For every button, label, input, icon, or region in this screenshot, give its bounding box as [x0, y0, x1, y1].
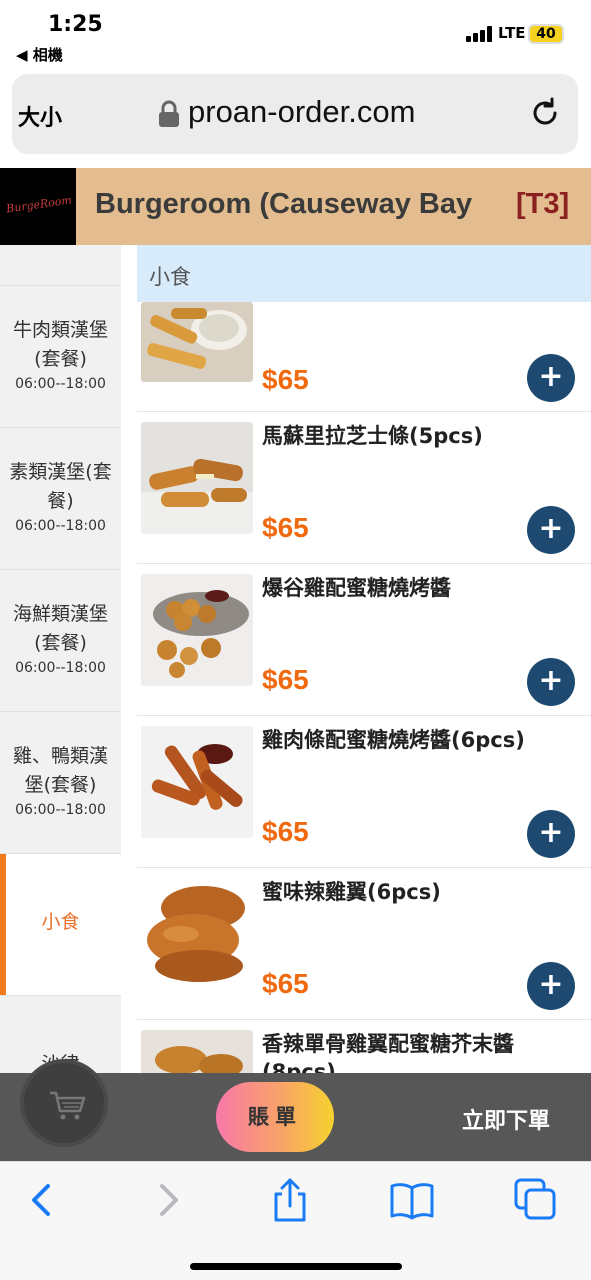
add-button[interactable]: +	[527, 962, 575, 1010]
chevron-right-icon[interactable]	[146, 1178, 190, 1222]
tabs-icon[interactable]	[514, 1178, 558, 1222]
sidebar-item-hours: 06:00--18:00	[15, 802, 106, 818]
item-price: $65	[262, 968, 309, 999]
home-indicator	[190, 1263, 402, 1270]
signal-icon	[466, 26, 494, 42]
sidebar-item-label: 小食	[41, 911, 80, 933]
food-photo-chicken-wings	[141, 878, 253, 990]
sidebar-item-hours: 06:00--18:00	[15, 660, 106, 676]
restaurant-name: Burgeroom (Causeway Bay	[95, 188, 473, 220]
sidebar-item-snacks[interactable]: 小食	[0, 853, 121, 995]
book-icon[interactable]	[390, 1178, 434, 1222]
lock-icon	[159, 100, 179, 127]
sidebar-item-label: 雞、鴨類漢堡(套餐)	[12, 745, 108, 796]
add-button[interactable]: +	[527, 810, 575, 858]
menu-item[interactable]: 蜜味辣雞翼(6pcs) $65 +	[137, 868, 591, 1020]
active-indicator	[0, 854, 6, 995]
menu-content: 小食 $65 + 馬蘇里拉芝士條(5pcs) $65 + 爆谷雞配蜜糖燒烤醬 $…	[121, 245, 591, 1075]
status-time: 1:25	[48, 12, 103, 37]
item-name: 馬蘇里拉芝士條(5pcs)	[262, 424, 483, 448]
order-bar: 賬單 立即下單	[0, 1059, 591, 1161]
sidebar-item-chicken-duck-burger[interactable]: 雞、鴨類漢堡(套餐) 06:00--18:00	[0, 711, 121, 853]
menu-item[interactable]: 爆谷雞配蜜糖燒烤醬 $65 +	[137, 564, 591, 716]
status-bar: 1:25 ◀ 相機 LTE 40	[0, 0, 591, 70]
food-photo-chicken-strips	[141, 726, 253, 838]
logo-text: BurgeRoom	[5, 193, 73, 216]
browser-toolbar	[0, 1161, 591, 1280]
back-to-camera-link[interactable]: ◀ 相機	[16, 44, 63, 65]
restaurant-header: BurgeRoom Burgeroom (Causeway Bay [T3]	[0, 168, 591, 245]
category-sidebar: 牛肉類漢堡(套餐) 06:00--18:00 素類漢堡(套餐) 06:00--1…	[0, 245, 121, 1075]
restaurant-logo: BurgeRoom	[0, 168, 76, 245]
sidebar-item-hours: 06:00--18:00	[15, 518, 106, 534]
url-text[interactable]: proan-order.com	[188, 94, 415, 130]
sidebar-item-veggie-burger[interactable]: 素類漢堡(套餐) 06:00--18:00	[0, 427, 121, 569]
item-price: $65	[262, 664, 309, 695]
table-number: [T3]	[516, 188, 570, 220]
add-button[interactable]: +	[527, 506, 575, 554]
item-name: 雞肉條配蜜糖燒烤醬(6pcs)	[262, 728, 525, 752]
address-bar[interactable]: 大小 proan-order.com	[12, 74, 578, 154]
food-photo-popcorn-chicken	[141, 574, 253, 686]
add-button[interactable]: +	[527, 354, 575, 402]
cart-button[interactable]	[20, 1059, 108, 1147]
text-size-button[interactable]: 大小	[18, 100, 62, 132]
battery-icon: 40	[528, 24, 564, 44]
menu-item[interactable]: $65 +	[137, 302, 591, 412]
sidebar-item-label: 海鮮類漢堡(套餐)	[12, 603, 108, 654]
item-name: 蜜味辣雞翼(6pcs)	[262, 880, 441, 904]
food-photo-cheese-sticks	[141, 302, 253, 382]
item-price: $65	[262, 816, 309, 847]
food-photo-mozzarella-sticks	[141, 422, 253, 534]
sidebar-item-label: 牛肉類漢堡(套餐)	[12, 319, 108, 370]
cart-icon	[50, 1091, 86, 1120]
network-label: LTE	[498, 24, 526, 42]
menu-item[interactable]: 馬蘇里拉芝士條(5pcs) $65 +	[137, 412, 591, 564]
section-title: 小食	[137, 245, 591, 302]
bill-button[interactable]: 賬單	[216, 1082, 334, 1152]
sidebar-item-beef-burger[interactable]: 牛肉類漢堡(套餐) 06:00--18:00	[0, 285, 121, 427]
reload-icon[interactable]	[528, 96, 562, 130]
food-photo-spicy-wings	[141, 1030, 253, 1075]
share-icon[interactable]	[268, 1178, 312, 1222]
sidebar-item-label: 素類漢堡(套餐)	[9, 461, 112, 512]
item-price: $65	[262, 364, 309, 395]
add-button[interactable]: +	[527, 658, 575, 706]
order-now-button[interactable]: 立即下單	[462, 1103, 550, 1135]
chevron-left-icon[interactable]	[20, 1178, 64, 1222]
item-price: $65	[262, 512, 309, 543]
item-name: 爆谷雞配蜜糖燒烤醬	[262, 576, 451, 600]
menu-item[interactable]: 香辣單骨雞翼配蜜糖芥末醬(8pcs)	[137, 1020, 591, 1075]
sidebar-item-seafood-burger[interactable]: 海鮮類漢堡(套餐) 06:00--18:00	[0, 569, 121, 711]
menu-item[interactable]: 雞肉條配蜜糖燒烤醬(6pcs) $65 +	[137, 716, 591, 868]
item-name: 香辣單骨雞翼配蜜糖芥末醬(8pcs)	[262, 1032, 514, 1075]
sidebar-item-hours: 06:00--18:00	[15, 376, 106, 392]
